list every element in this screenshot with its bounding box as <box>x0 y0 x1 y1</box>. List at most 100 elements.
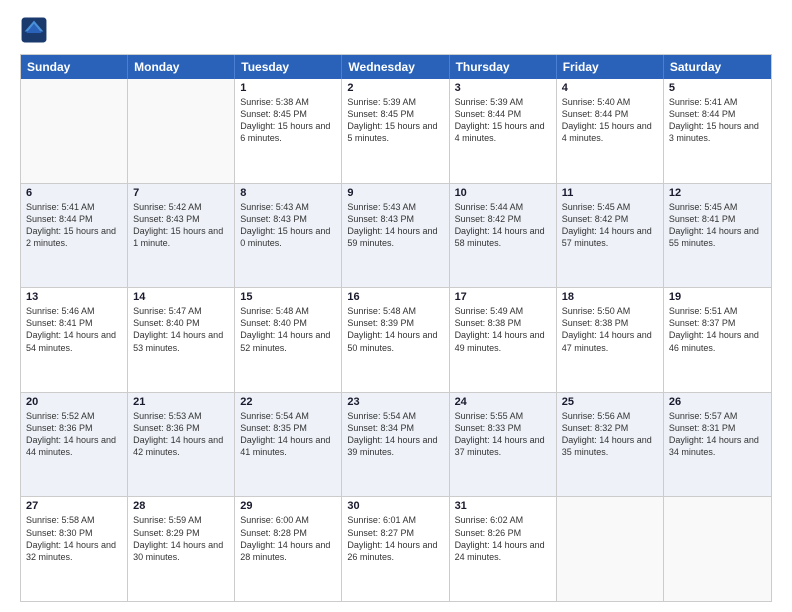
header-cell-monday: Monday <box>128 55 235 79</box>
calendar-cell: 23Sunrise: 5:54 AM Sunset: 8:34 PM Dayli… <box>342 393 449 497</box>
day-number: 2 <box>347 82 443 94</box>
calendar-row: 1 Sunrise: 5:38 AM Sunset: 8:45 PM Daylig… <box>21 79 771 184</box>
day-info: Sunrise: 5:55 AM Sunset: 8:33 PM Dayligh… <box>455 410 551 459</box>
day-number: 10 <box>455 187 551 199</box>
day-number: 5 <box>669 82 766 94</box>
day-info: Sunrise: 5:51 AM Sunset: 8:37 PM Dayligh… <box>669 305 766 354</box>
day-info: Sunrise: 5:50 AM Sunset: 8:38 PM Dayligh… <box>562 305 658 354</box>
calendar-cell: 1 Sunrise: 5:38 AM Sunset: 8:45 PM Daylig… <box>235 79 342 183</box>
day-number: 31 <box>455 500 551 512</box>
day-info: Sunrise: 5:38 AM Sunset: 8:45 PM Dayligh… <box>240 96 336 145</box>
calendar-cell: 13 Sunrise: 5:46 AM Sunset: 8:41 PM Dayli… <box>21 288 128 392</box>
day-number: 20 <box>26 396 122 408</box>
day-number: 7 <box>133 187 229 199</box>
calendar-cell: 22Sunrise: 5:54 AM Sunset: 8:35 PM Dayli… <box>235 393 342 497</box>
day-number: 3 <box>455 82 551 94</box>
logo <box>20 16 52 44</box>
day-number: 11 <box>562 187 658 199</box>
calendar-cell: 30Sunrise: 6:01 AM Sunset: 8:27 PM Dayli… <box>342 497 449 601</box>
day-info: Sunrise: 5:52 AM Sunset: 8:36 PM Dayligh… <box>26 410 122 459</box>
calendar-body: 1 Sunrise: 5:38 AM Sunset: 8:45 PM Daylig… <box>21 79 771 601</box>
calendar-cell: 5Sunrise: 5:41 AM Sunset: 8:44 PM Daylig… <box>664 79 771 183</box>
header-cell-wednesday: Wednesday <box>342 55 449 79</box>
calendar-cell: 20 Sunrise: 5:52 AM Sunset: 8:36 PM Dayli… <box>21 393 128 497</box>
day-info: Sunrise: 5:40 AM Sunset: 8:44 PM Dayligh… <box>562 96 658 145</box>
day-number: 13 <box>26 291 122 303</box>
calendar-cell <box>21 79 128 183</box>
calendar-cell: 31 Sunrise: 6:02 AM Sunset: 8:26 PM Dayli… <box>450 497 557 601</box>
calendar-cell <box>557 497 664 601</box>
header-cell-thursday: Thursday <box>450 55 557 79</box>
day-number: 21 <box>133 396 229 408</box>
day-number: 16 <box>347 291 443 303</box>
day-info: Sunrise: 5:44 AM Sunset: 8:42 PM Dayligh… <box>455 201 551 250</box>
day-number: 6 <box>26 187 122 199</box>
day-number: 30 <box>347 500 443 512</box>
day-info: Sunrise: 5:46 AM Sunset: 8:41 PM Dayligh… <box>26 305 122 354</box>
page: SundayMondayTuesdayWednesdayThursdayFrid… <box>0 0 792 612</box>
calendar-cell: 9 Sunrise: 5:43 AM Sunset: 8:43 PM Daylig… <box>342 184 449 288</box>
day-info: Sunrise: 5:48 AM Sunset: 8:40 PM Dayligh… <box>240 305 336 354</box>
calendar-cell: 15 Sunrise: 5:48 AM Sunset: 8:40 PM Dayli… <box>235 288 342 392</box>
calendar-row: 20 Sunrise: 5:52 AM Sunset: 8:36 PM Dayli… <box>21 393 771 498</box>
day-number: 17 <box>455 291 551 303</box>
day-info: Sunrise: 5:59 AM Sunset: 8:29 PM Dayligh… <box>133 514 229 563</box>
day-info: Sunrise: 5:43 AM Sunset: 8:43 PM Dayligh… <box>347 201 443 250</box>
day-info: Sunrise: 5:49 AM Sunset: 8:38 PM Dayligh… <box>455 305 551 354</box>
day-number: 26 <box>669 396 766 408</box>
day-number: 23 <box>347 396 443 408</box>
header <box>20 16 772 44</box>
calendar-row: 13 Sunrise: 5:46 AM Sunset: 8:41 PM Dayli… <box>21 288 771 393</box>
day-info: Sunrise: 5:58 AM Sunset: 8:30 PM Dayligh… <box>26 514 122 563</box>
day-info: Sunrise: 5:56 AM Sunset: 8:32 PM Dayligh… <box>562 410 658 459</box>
calendar-cell <box>128 79 235 183</box>
day-info: Sunrise: 6:02 AM Sunset: 8:26 PM Dayligh… <box>455 514 551 563</box>
calendar-cell: 3Sunrise: 5:39 AM Sunset: 8:44 PM Daylig… <box>450 79 557 183</box>
day-info: Sunrise: 5:45 AM Sunset: 8:41 PM Dayligh… <box>669 201 766 250</box>
calendar-cell: 24 Sunrise: 5:55 AM Sunset: 8:33 PM Dayli… <box>450 393 557 497</box>
calendar-cell: 14Sunrise: 5:47 AM Sunset: 8:40 PM Dayli… <box>128 288 235 392</box>
logo-icon <box>20 16 48 44</box>
calendar-cell: 21 Sunrise: 5:53 AM Sunset: 8:36 PM Dayli… <box>128 393 235 497</box>
calendar: SundayMondayTuesdayWednesdayThursdayFrid… <box>20 54 772 602</box>
day-number: 1 <box>240 82 336 94</box>
day-info: Sunrise: 5:43 AM Sunset: 8:43 PM Dayligh… <box>240 201 336 250</box>
day-number: 4 <box>562 82 658 94</box>
day-number: 25 <box>562 396 658 408</box>
calendar-row: 6 Sunrise: 5:41 AM Sunset: 8:44 PM Daylig… <box>21 184 771 289</box>
calendar-header: SundayMondayTuesdayWednesdayThursdayFrid… <box>21 55 771 79</box>
day-info: Sunrise: 5:45 AM Sunset: 8:42 PM Dayligh… <box>562 201 658 250</box>
day-number: 19 <box>669 291 766 303</box>
header-cell-sunday: Sunday <box>21 55 128 79</box>
calendar-row: 27 Sunrise: 5:58 AM Sunset: 8:30 PM Dayli… <box>21 497 771 601</box>
day-number: 27 <box>26 500 122 512</box>
day-number: 28 <box>133 500 229 512</box>
day-info: Sunrise: 5:41 AM Sunset: 8:44 PM Dayligh… <box>26 201 122 250</box>
calendar-cell: 29Sunrise: 6:00 AM Sunset: 8:28 PM Dayli… <box>235 497 342 601</box>
calendar-cell: 19 Sunrise: 5:51 AM Sunset: 8:37 PM Dayli… <box>664 288 771 392</box>
calendar-cell: 4 Sunrise: 5:40 AM Sunset: 8:44 PM Daylig… <box>557 79 664 183</box>
day-number: 9 <box>347 187 443 199</box>
calendar-cell: 7 Sunrise: 5:42 AM Sunset: 8:43 PM Daylig… <box>128 184 235 288</box>
header-cell-saturday: Saturday <box>664 55 771 79</box>
calendar-cell: 26 Sunrise: 5:57 AM Sunset: 8:31 PM Dayli… <box>664 393 771 497</box>
day-number: 12 <box>669 187 766 199</box>
day-info: Sunrise: 5:39 AM Sunset: 8:45 PM Dayligh… <box>347 96 443 145</box>
day-number: 24 <box>455 396 551 408</box>
calendar-cell <box>664 497 771 601</box>
day-number: 15 <box>240 291 336 303</box>
header-cell-tuesday: Tuesday <box>235 55 342 79</box>
header-cell-friday: Friday <box>557 55 664 79</box>
calendar-cell: 8Sunrise: 5:43 AM Sunset: 8:43 PM Daylig… <box>235 184 342 288</box>
calendar-cell: 10 Sunrise: 5:44 AM Sunset: 8:42 PM Dayli… <box>450 184 557 288</box>
day-number: 18 <box>562 291 658 303</box>
calendar-cell: 17 Sunrise: 5:49 AM Sunset: 8:38 PM Dayli… <box>450 288 557 392</box>
calendar-cell: 18 Sunrise: 5:50 AM Sunset: 8:38 PM Dayli… <box>557 288 664 392</box>
day-info: Sunrise: 5:57 AM Sunset: 8:31 PM Dayligh… <box>669 410 766 459</box>
calendar-cell: 12 Sunrise: 5:45 AM Sunset: 8:41 PM Dayli… <box>664 184 771 288</box>
day-info: Sunrise: 5:54 AM Sunset: 8:35 PM Dayligh… <box>240 410 336 459</box>
day-info: Sunrise: 5:42 AM Sunset: 8:43 PM Dayligh… <box>133 201 229 250</box>
day-number: 14 <box>133 291 229 303</box>
calendar-cell: 16Sunrise: 5:48 AM Sunset: 8:39 PM Dayli… <box>342 288 449 392</box>
day-info: Sunrise: 5:53 AM Sunset: 8:36 PM Dayligh… <box>133 410 229 459</box>
